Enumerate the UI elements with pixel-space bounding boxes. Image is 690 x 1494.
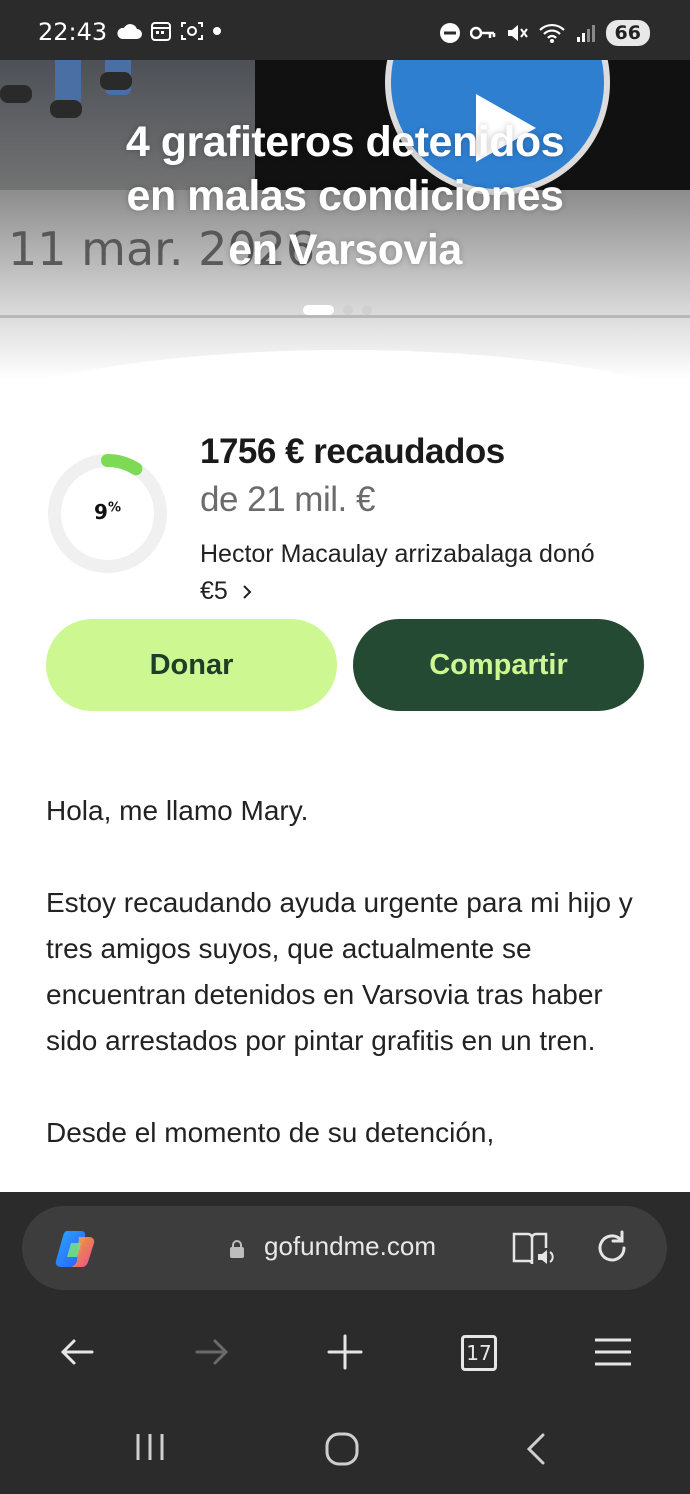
screenshot-icon xyxy=(181,22,203,40)
status-bar: 22:43 66 xyxy=(0,0,690,60)
cloud-icon xyxy=(117,24,142,39)
browser-nav-row xyxy=(0,1322,690,1382)
screen: 22:43 66 11 mar. 2026 4 grafiteros deten… xyxy=(0,0,690,1494)
carousel-dot-active[interactable] xyxy=(303,305,334,315)
reader-mode-icon[interactable] xyxy=(512,1230,556,1268)
chevron-right-icon xyxy=(243,585,252,599)
amount-raised: 1756 € recaudados xyxy=(200,432,505,471)
hero-title-line: 4 grafiteros detenidos xyxy=(125,118,565,166)
hero-divider xyxy=(0,315,690,318)
system-nav-bar xyxy=(0,1420,690,1480)
donate-button[interactable]: Donar xyxy=(46,619,337,711)
key-icon xyxy=(469,26,495,40)
copilot-icon[interactable] xyxy=(55,1229,99,1269)
carousel-dot[interactable] xyxy=(343,305,353,315)
hero-title: 4 grafiteros detenidos en malas condicio… xyxy=(0,115,690,277)
goal-amount: de 21 mil. € xyxy=(200,480,375,519)
battery-indicator: 66 xyxy=(605,20,650,46)
hero-shoe xyxy=(0,85,32,103)
recents-icon[interactable] xyxy=(134,1432,166,1462)
home-icon[interactable] xyxy=(325,1432,359,1466)
dot-icon xyxy=(213,27,221,35)
story-paragraph: Desde el momento de su detención, xyxy=(46,1117,495,1148)
calendar-icon xyxy=(151,22,171,41)
hero-leg xyxy=(55,60,81,105)
story-paragraph: Hola, me llamo Mary. xyxy=(46,795,309,826)
new-tab-icon[interactable] xyxy=(325,1332,365,1372)
hero-title-line: en Varsovia xyxy=(228,226,462,274)
story-paragraph: Estoy recaudando ayuda urgente para mi h… xyxy=(46,887,633,1056)
recent-donation[interactable]: Hector Macaulay arrizabalaga donó €5 xyxy=(200,536,660,610)
recent-donation-text: Hector Macaulay arrizabalaga donó xyxy=(200,540,595,568)
address-bar[interactable]: gofundme.com xyxy=(22,1206,667,1290)
back-arrow-icon[interactable] xyxy=(58,1332,98,1372)
status-time: 22:43 xyxy=(38,18,108,46)
tabs-icon[interactable]: 17 xyxy=(461,1335,497,1371)
forward-arrow-icon[interactable] xyxy=(191,1332,231,1372)
share-button[interactable]: Compartir xyxy=(353,619,644,711)
carousel-dots[interactable] xyxy=(303,305,372,315)
campaign-story: Hola, me llamo Mary. Estoy recaudando ay… xyxy=(46,788,646,1202)
carousel-dot[interactable] xyxy=(362,305,372,315)
mute-icon xyxy=(507,25,528,41)
browser-toolbar: gofundme.com 17 xyxy=(0,1192,690,1494)
do-not-disturb-icon xyxy=(439,23,460,43)
progress-percent-value: 9 xyxy=(94,500,108,524)
hero-title-line: en malas condiciones xyxy=(126,172,564,220)
reload-icon[interactable] xyxy=(592,1228,632,1268)
url-text[interactable]: gofundme.com xyxy=(264,1231,442,1262)
status-icons-right: 66 xyxy=(439,20,650,46)
recent-donation-amount: €5 xyxy=(200,577,228,605)
recent-donation-amount-row: €5 xyxy=(200,573,660,610)
hero-shoe xyxy=(100,72,132,90)
lock-icon xyxy=(230,1240,244,1258)
status-icons-left xyxy=(116,20,222,42)
signal-icon xyxy=(576,25,595,42)
progress-percent-symbol: % xyxy=(107,500,121,516)
hero-carousel[interactable]: 11 mar. 2026 4 grafiteros detenidos en m… xyxy=(0,60,690,380)
progress-percent: 9% xyxy=(46,500,169,524)
back-icon[interactable] xyxy=(523,1432,549,1466)
menu-icon[interactable] xyxy=(593,1332,633,1372)
wifi-icon xyxy=(538,23,565,43)
